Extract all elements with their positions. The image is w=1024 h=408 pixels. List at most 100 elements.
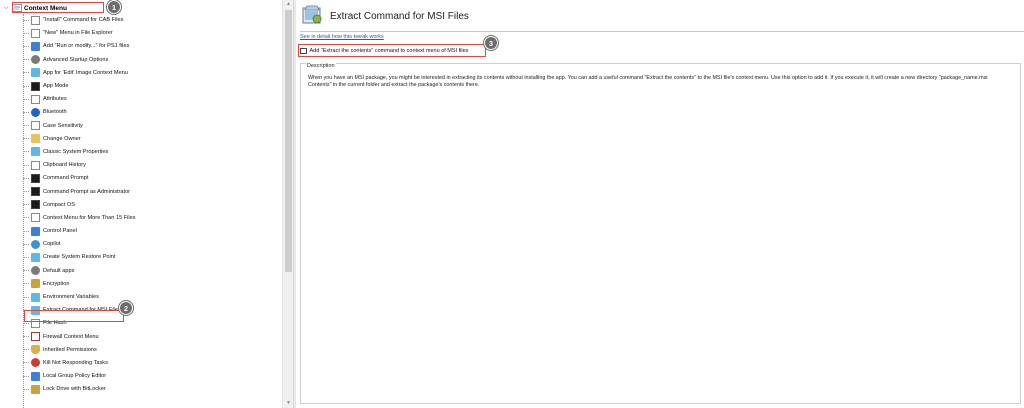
- tree-item-label: Attributes: [43, 96, 67, 103]
- tree-connector: [23, 204, 29, 206]
- console-icon: [31, 187, 40, 197]
- tree-item[interactable]: Compact OS: [23, 198, 136, 211]
- tree-item[interactable]: Copilot: [23, 238, 136, 251]
- tree-item[interactable]: Case Sensitivity: [23, 119, 136, 132]
- tree-connector: [23, 32, 29, 34]
- tree-item[interactable]: App for 'Edit' Image Context Menu: [23, 66, 136, 79]
- tree-connector: [23, 256, 29, 258]
- description-text: When you have an MSI package, you might …: [308, 75, 988, 89]
- tree-item[interactable]: Control Panel: [23, 225, 136, 238]
- lock-icon: [31, 279, 40, 289]
- control-panel-icon: [31, 226, 40, 236]
- policy-icon: [31, 371, 40, 381]
- tree-item-label: Kill Not Responding Tasks: [43, 359, 108, 366]
- tree-item[interactable]: Create System Restore Point: [23, 251, 136, 264]
- tree-connector: [23, 322, 29, 324]
- tree-item[interactable]: Environment Variables: [23, 290, 136, 303]
- tree-item[interactable]: Add "Run or modify..." for PS1 files: [23, 40, 136, 53]
- tree-item-label: Add "Run or modify..." for PS1 files: [43, 43, 130, 50]
- tree-item-label: Context Menu for More Than 15 Files: [43, 214, 136, 221]
- restore-icon: [31, 252, 40, 262]
- tree-connector: [23, 243, 29, 245]
- tree-connector: [23, 388, 29, 390]
- tree-scrollbar[interactable]: ▲ ▼: [282, 0, 293, 408]
- tree-list: "Install" Command for CAB Files "New" Men…: [23, 14, 136, 396]
- page-icon: [31, 15, 40, 25]
- tree-item-label: App for 'Edit' Image Context Menu: [43, 69, 128, 76]
- step-badge-3: 3: [484, 36, 498, 50]
- tree-connector: [23, 230, 29, 232]
- tree-pane: ⌵ Context Menu "Install" Command for CAB…: [0, 0, 282, 408]
- copilot-icon: [31, 239, 40, 249]
- tree-item[interactable]: Change Owner: [23, 132, 136, 145]
- description-legend: Description: [306, 63, 336, 69]
- tree-item-label: Inherited Permissions: [43, 346, 97, 353]
- tree-item-label: Command Prompt: [43, 175, 89, 182]
- tree-item[interactable]: Bluetooth: [23, 106, 136, 119]
- computer-icon: [31, 147, 40, 157]
- collapse-icon[interactable]: ⌵: [4, 5, 12, 12]
- image-icon: [31, 68, 40, 78]
- tree-item[interactable]: Classic System Properties: [23, 145, 136, 158]
- tree-item-label: Default apps: [43, 267, 75, 274]
- page-icon: [31, 94, 40, 104]
- tree-connector: [23, 217, 29, 219]
- tree-item[interactable]: Kill Not Responding Tasks: [23, 356, 136, 369]
- tree-connector: [23, 98, 29, 100]
- scroll-up-icon[interactable]: ▲: [285, 1, 292, 7]
- tree-item-label: Advanced Startup Options: [43, 56, 109, 63]
- tree-item-label: Lock Drive with BitLocker: [43, 386, 106, 393]
- tree-item[interactable]: Advanced Startup Options: [23, 53, 136, 66]
- tree-item[interactable]: Inherited Permissions: [23, 343, 136, 356]
- tree-item-label: Change Owner: [43, 135, 81, 142]
- page-header: Extract Command for MSI Files: [296, 0, 1024, 32]
- tree-item-label: "Install" Command for CAB Files: [43, 17, 124, 24]
- tree-connector: [23, 362, 29, 364]
- tree-connector: [23, 177, 29, 179]
- tree-connector: [23, 85, 29, 87]
- tree-item[interactable]: Attributes: [23, 93, 136, 106]
- tree-item-label: App Mode: [43, 83, 69, 90]
- tree-item[interactable]: Firewall Context Menu: [23, 330, 136, 343]
- header-divider: [300, 31, 1024, 32]
- tree-connector: [23, 375, 29, 377]
- tree-item[interactable]: Context Menu for More Than 15 Files: [23, 211, 136, 224]
- scroll-down-icon[interactable]: ▼: [285, 400, 292, 406]
- lock-icon: [31, 384, 40, 394]
- tree-item[interactable]: Local Group Policy Editor: [23, 370, 136, 383]
- tree-item[interactable]: "Install" Command for CAB Files: [23, 14, 136, 27]
- console-icon: [31, 173, 40, 183]
- page-icon: [31, 28, 40, 38]
- page-title: Extract Command for MSI Files: [330, 11, 469, 22]
- red-x-icon: [31, 358, 40, 368]
- firewall-icon: [31, 332, 40, 342]
- highlight-option: [298, 44, 486, 57]
- tree-item-label: Firewall Context Menu: [43, 333, 99, 340]
- tree-item-label: Copilot: [43, 241, 61, 248]
- scrollbar-thumb[interactable]: [285, 10, 292, 272]
- tree-item[interactable]: App Mode: [23, 79, 136, 92]
- tree-item-label: "New" Menu in File Explorer: [43, 30, 113, 37]
- tree-connector: [23, 19, 29, 21]
- tree-connector: [23, 349, 29, 351]
- shield-icon: [31, 345, 40, 355]
- msi-package-icon: [302, 5, 322, 24]
- blue-window-icon: [31, 41, 40, 51]
- tree-item[interactable]: "New" Menu in File Explorer: [23, 27, 136, 40]
- tree-item-label: Compact OS: [43, 201, 76, 208]
- tree-item[interactable]: Command Prompt: [23, 172, 136, 185]
- tree-item[interactable]: Clipboard History: [23, 159, 136, 172]
- details-link[interactable]: See in detail how this tweak works: [300, 34, 384, 40]
- tree-connector: [23, 164, 29, 166]
- tree-item[interactable]: Encryption: [23, 277, 136, 290]
- bluetooth-icon: [31, 107, 40, 117]
- tree-connector: [23, 125, 29, 127]
- highlight-root: [12, 2, 104, 13]
- tree-item[interactable]: Lock Drive with BitLocker: [23, 383, 136, 396]
- tree-item-label: Create System Restore Point: [43, 254, 116, 261]
- tree-item[interactable]: Default apps: [23, 264, 136, 277]
- tree-item[interactable]: Command Prompt as Administrator: [23, 185, 136, 198]
- gear-icon: [31, 55, 40, 65]
- tree-connector: [23, 336, 29, 338]
- tree-item-label: Classic System Properties: [43, 148, 109, 155]
